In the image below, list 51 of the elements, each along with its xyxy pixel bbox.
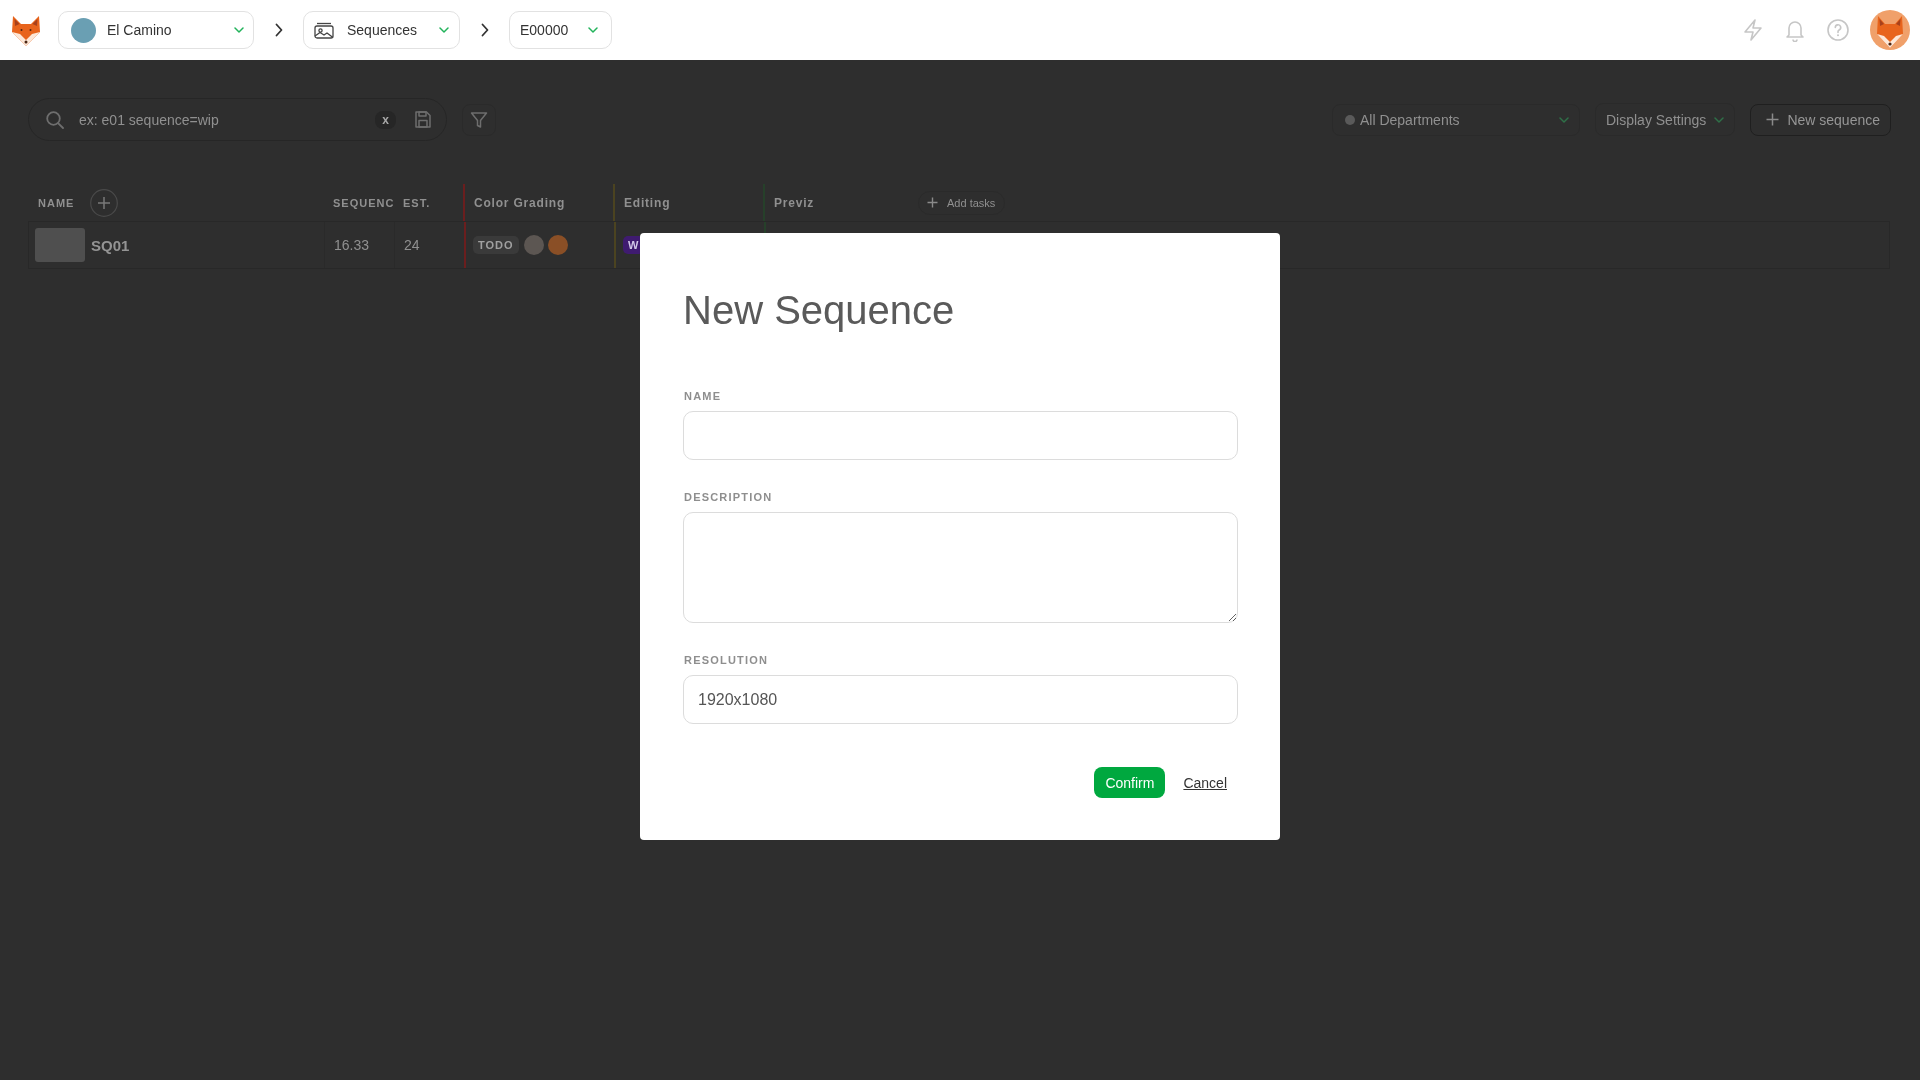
plus-icon xyxy=(1766,113,1780,126)
fox-avatar-icon[interactable] xyxy=(1870,10,1910,50)
chevron-down-icon xyxy=(1559,116,1569,123)
chevron-down-icon xyxy=(234,27,244,33)
sequence-name[interactable]: SQ01 xyxy=(91,236,130,254)
dot-icon xyxy=(1345,114,1355,125)
search-icon xyxy=(46,110,64,129)
chevron-down-icon xyxy=(1714,116,1725,123)
filter-icon xyxy=(470,110,488,129)
lightning-icon[interactable] xyxy=(1743,19,1763,41)
chevron-down-icon xyxy=(588,27,598,33)
task-column-header[interactable]: Color Grading xyxy=(474,195,566,210)
input-field[interactable] xyxy=(683,411,1238,460)
column-header: NAME xyxy=(38,196,75,209)
dialog-title: New Sequence xyxy=(683,287,956,334)
project-thumbnail xyxy=(71,17,96,43)
breadcrumb-dropdown[interactable]: E00000 xyxy=(509,11,612,49)
chevron-down-icon xyxy=(439,27,449,33)
cancel-link[interactable]: Cancel xyxy=(1183,774,1227,791)
field-label: NAME xyxy=(684,389,723,403)
task-column-header[interactable]: Previz xyxy=(774,195,815,210)
stat-value: 24 xyxy=(404,237,420,253)
clear-search-button[interactable]: x xyxy=(375,110,396,129)
column-header: SEQUENC xyxy=(333,196,395,209)
chevron-right-icon xyxy=(275,23,283,37)
stat-value: 16.33 xyxy=(334,237,370,253)
new-sequence-button[interactable]: New sequence xyxy=(1750,103,1891,136)
breadcrumb-dropdown[interactable]: Sequences xyxy=(303,11,460,49)
add-column-icon[interactable] xyxy=(90,188,119,217)
confirm-button[interactable]: Confirm xyxy=(1094,767,1166,798)
department-dropdown[interactable]: All Departments xyxy=(1332,103,1580,136)
help-icon[interactable] xyxy=(1827,19,1849,41)
display-settings-dropdown[interactable]: Display Settings xyxy=(1595,103,1736,136)
field-label: DESCRIPTION xyxy=(684,490,774,504)
image-icon xyxy=(314,21,334,39)
task-column-header[interactable]: Editing xyxy=(624,195,671,210)
assignee-avatar xyxy=(523,235,544,255)
breadcrumb-dropdown[interactable]: El Camino xyxy=(58,11,254,49)
notifications-bell-icon[interactable] xyxy=(1784,18,1806,42)
assignee-avatar xyxy=(547,235,568,255)
input-field[interactable]: 1920x1080 xyxy=(683,675,1238,724)
textarea-field[interactable] xyxy=(683,512,1238,623)
filter-button[interactable] xyxy=(462,103,496,136)
photo-placeholder xyxy=(35,228,85,262)
status-badge[interactable]: TODO xyxy=(473,236,519,254)
chevron-right-icon xyxy=(481,23,489,37)
plus-icon xyxy=(927,197,938,208)
save-icon[interactable] xyxy=(415,111,431,128)
field-label: RESOLUTION xyxy=(684,653,770,667)
column-header: EST. xyxy=(403,196,431,209)
fox-logo-icon[interactable] xyxy=(11,13,41,47)
